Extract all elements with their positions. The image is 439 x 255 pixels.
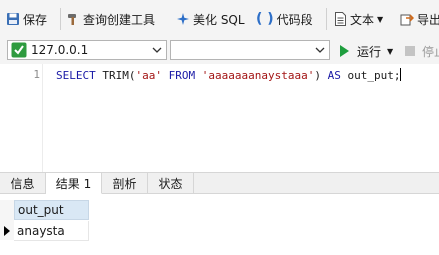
connection-value: 127.0.0.1	[31, 43, 89, 57]
text-menu-button[interactable]: 文本 ▼	[334, 9, 383, 29]
result-tabs: 信息 结果 1 剖析 状态	[0, 172, 439, 194]
sql-keyword-select: SELECT	[56, 69, 96, 82]
stop-icon	[405, 46, 415, 56]
database-select[interactable]	[170, 40, 330, 60]
text-menu-label: 文本	[350, 12, 375, 27]
main-toolbar: 保存 查询创建工具 美化 SQL ( ) 代码段 文本 ▼ 导出	[0, 0, 439, 38]
stop-label: 停止	[422, 44, 439, 59]
code-snippet-button[interactable]: ( ) 代码段	[256, 9, 313, 29]
hammer-icon	[68, 14, 76, 25]
sql-code-line[interactable]: SELECT TRIM('aa' FROM 'aaaaaaanaystaaa')…	[56, 68, 402, 82]
sql-string-value: 'aaaaaaanaystaaa'	[201, 69, 315, 82]
chevron-down-icon: ▼	[377, 14, 384, 24]
query-builder-button[interactable]: 查询创建工具	[66, 9, 155, 29]
sparkle-icon	[177, 13, 189, 25]
sql-editor[interactable]: 1 SELECT TRIM('aa' FROM 'aaaaaaanaystaaa…	[0, 64, 439, 172]
run-button[interactable]: 运行 ▼	[338, 41, 393, 61]
current-row-pointer-icon	[4, 226, 10, 236]
document-icon	[335, 12, 346, 26]
query-builder-label: 查询创建工具	[83, 12, 156, 27]
sql-keyword-from: FROM	[162, 69, 202, 82]
tab-info[interactable]: 信息	[0, 173, 46, 194]
chevron-down-icon	[152, 47, 162, 53]
save-button[interactable]: 保存	[6, 9, 47, 29]
table-cell-value: anaysta	[17, 223, 65, 238]
code-snippet-label: 代码段	[276, 12, 313, 27]
chevron-down-icon	[315, 47, 325, 53]
result-grid: out_put anaysta	[0, 194, 439, 255]
toolbar-divider	[60, 8, 61, 30]
play-icon	[340, 45, 349, 57]
tab-profile-label: 剖析	[112, 177, 137, 191]
sql-string-aa: 'aa'	[135, 69, 163, 82]
export-icon	[400, 14, 414, 26]
tab-profile[interactable]: 剖析	[102, 173, 148, 194]
beautify-sql-button[interactable]: 美化 SQL	[176, 9, 245, 29]
sql-close-paren: )	[314, 69, 321, 82]
beautify-sql-label: 美化 SQL	[193, 12, 245, 27]
export-button[interactable]: 导出	[400, 9, 439, 29]
tab-result-1[interactable]: 结果 1	[46, 173, 102, 194]
column-header-out-put[interactable]: out_put	[14, 200, 89, 220]
run-label: 运行	[357, 44, 382, 59]
sql-function-trim: TRIM(	[95, 69, 136, 82]
tab-info-label: 信息	[10, 177, 35, 191]
table-cell[interactable]: anaysta	[14, 221, 89, 241]
tab-status-label: 状态	[158, 177, 183, 191]
gutter-divider	[42, 64, 43, 172]
connection-bar: 127.0.0.1 运行 ▼ 停止	[0, 38, 439, 64]
column-header-label: out_put	[18, 203, 64, 217]
line-number: 1	[33, 68, 40, 81]
parentheses-icon: ( )	[256, 11, 274, 27]
connection-select[interactable]: 127.0.0.1	[7, 40, 167, 60]
sql-alias: out_put;	[347, 69, 401, 82]
tab-result-1-label: 结果 1	[55, 176, 92, 191]
export-label: 导出	[417, 12, 439, 27]
save-label: 保存	[23, 12, 48, 27]
connection-icon	[11, 42, 27, 58]
toolbar-divider	[326, 8, 327, 30]
stop-button[interactable]: 停止	[404, 41, 439, 61]
sql-keyword-as: AS	[320, 69, 348, 82]
floppy-disk-icon	[7, 13, 19, 25]
tab-status[interactable]: 状态	[148, 173, 194, 194]
text-cursor	[400, 68, 402, 81]
chevron-down-icon: ▼	[387, 46, 394, 56]
